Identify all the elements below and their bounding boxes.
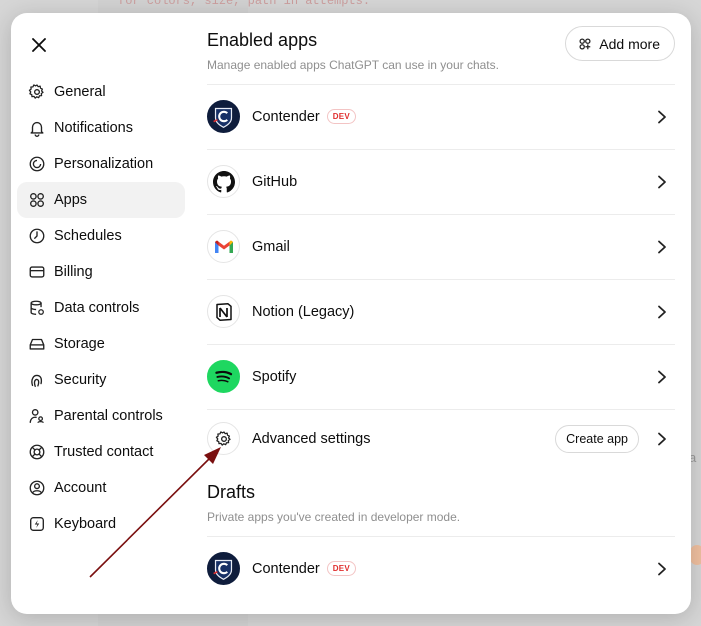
clock-icon [28,227,46,245]
chevron-right-icon [655,240,669,254]
app-name: Gmail [252,238,290,255]
sidebar-item-label: Parental controls [54,408,163,424]
dev-badge: DEV [326,109,357,124]
app-name: Spotify [252,368,297,385]
sidebar-item-security[interactable]: Security [17,362,185,398]
lifebuoy-icon [28,443,46,461]
settings-sidebar: General Notifications Personalization Ap… [17,74,185,542]
advanced-settings-label: Advanced settings [252,430,371,447]
dev-badge: DEV [326,561,357,576]
sidebar-item-label: Personalization [54,156,154,172]
keyboard-bolt-icon [28,515,46,533]
database-icon [28,299,46,317]
chevron-right-icon [655,110,669,124]
sidebar-item-label: Keyboard [54,516,117,532]
sidebar-item-label: Schedules [54,228,122,244]
apps-panel: Enabled apps Manage enabled apps ChatGPT… [207,13,675,614]
gear-icon [28,83,46,101]
sidebar-item-label: Notifications [54,120,133,136]
sidebar-item-label: Storage [54,336,105,352]
draft-row-contender[interactable]: Contender DEV [207,536,675,601]
enabled-apps-subtitle: Manage enabled apps ChatGPT can use in y… [207,58,499,72]
sidebar-item-trusted-contact[interactable]: Trusted contact [17,434,185,470]
sidebar-item-label: Data controls [54,300,140,316]
sidebar-item-schedules[interactable]: Schedules [17,218,185,254]
sidebar-item-account[interactable]: Account [17,470,185,506]
personalization-icon [28,155,46,173]
sidebar-item-apps[interactable]: Apps [17,182,185,218]
chevron-right-icon [655,305,669,319]
parental-icon [28,407,46,425]
sidebar-item-parental-controls[interactable]: Parental controls [17,398,185,434]
credit-card-icon [28,263,46,281]
sidebar-item-data-controls[interactable]: Data controls [17,290,185,326]
app-row-gmail[interactable]: Gmail [207,214,675,279]
advanced-settings-row[interactable]: Advanced settings Create app [207,406,675,471]
app-row-spotify[interactable]: Spotify [207,344,675,409]
user-circle-icon [28,479,46,497]
bell-icon [28,119,46,137]
enabled-apps-title: Enabled apps [207,30,318,50]
sidebar-item-label: General [54,84,106,100]
fingerprint-icon [28,371,46,389]
chevron-right-icon [655,370,669,384]
apps-grid-icon [28,191,46,209]
contender-icon [207,100,240,133]
storage-icon [28,335,46,353]
contender-icon [207,552,240,585]
github-icon [207,165,240,198]
spotify-icon [207,360,240,393]
add-more-button[interactable]: Add more [565,26,675,61]
gear-icon [207,422,240,455]
sidebar-item-storage[interactable]: Storage [17,326,185,362]
app-name: GitHub [252,173,298,190]
add-more-label: Add more [599,35,660,52]
sidebar-item-label: Trusted contact [54,444,154,460]
chevron-right-icon [655,432,669,446]
app-name: Contender [252,560,320,577]
sidebar-item-notifications[interactable]: Notifications [17,110,185,146]
sidebar-item-personalization[interactable]: Personalization [17,146,185,182]
sidebar-item-label: Billing [54,264,93,280]
notion-icon [207,295,240,328]
settings-modal: General Notifications Personalization Ap… [11,13,691,614]
app-row-contender[interactable]: Contender DEV [207,84,675,149]
drafts-subtitle: Private apps you've created in developer… [207,510,461,524]
sidebar-item-general[interactable]: General [17,74,185,110]
sidebar-item-label: Security [54,372,107,388]
create-app-button[interactable]: Create app [555,424,639,453]
app-name: Contender [252,108,320,125]
app-row-notion[interactable]: Notion (Legacy) [207,279,675,344]
apps-grid-icon [579,37,591,50]
background-code: for colors, size, path in attempts: [118,0,371,8]
chevron-right-icon [655,175,669,189]
app-row-github[interactable]: GitHub [207,149,675,214]
sidebar-item-label: Account [54,480,107,496]
sidebar-item-keyboard[interactable]: Keyboard [17,506,185,542]
sidebar-item-label: Apps [54,192,88,208]
background-avatar-fragment [690,545,701,565]
close-button[interactable] [27,33,51,57]
sidebar-item-billing[interactable]: Billing [17,254,185,290]
drafts-title: Drafts [207,482,256,502]
gmail-icon [207,230,240,263]
chevron-right-icon [655,562,669,576]
app-name: Notion (Legacy) [252,303,355,320]
close-icon [32,38,46,52]
